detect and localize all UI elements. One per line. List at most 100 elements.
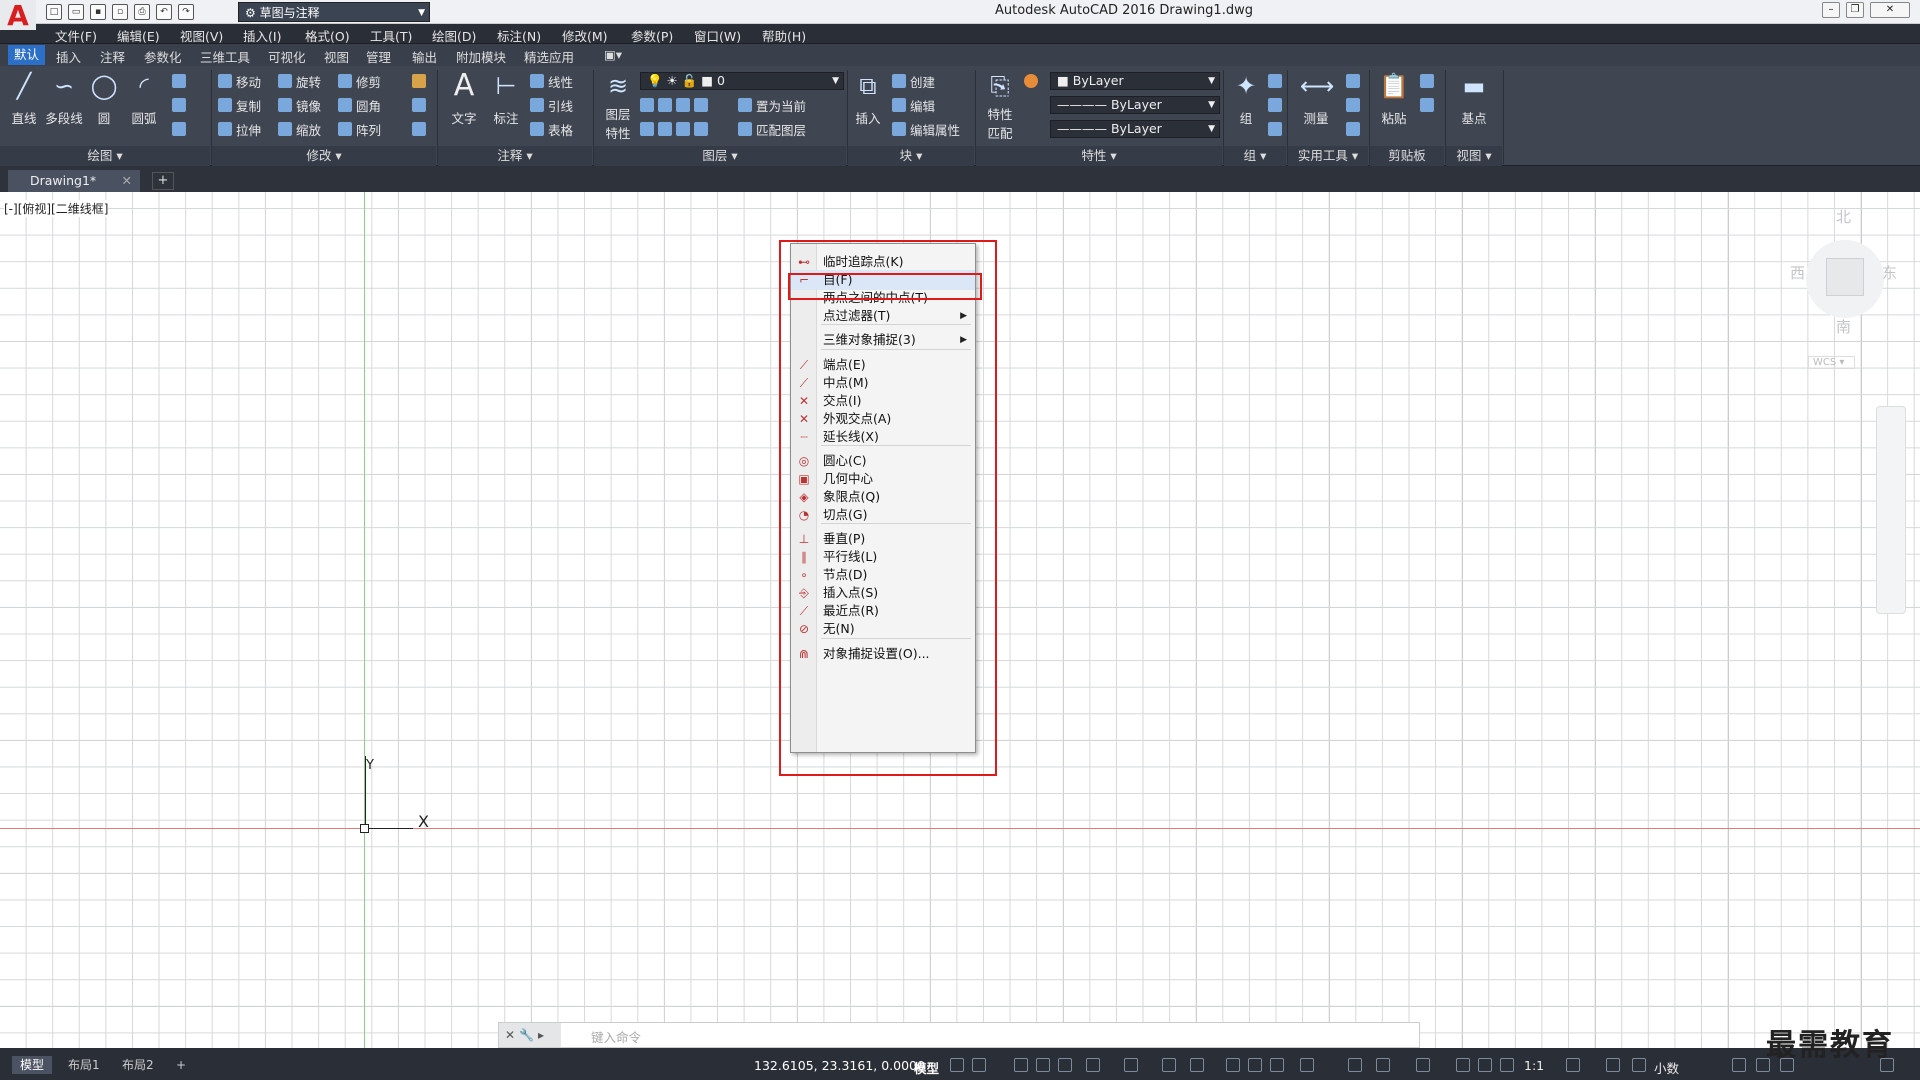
menu-item[interactable]: 工具(T) (370, 26, 412, 45)
context-menu-item[interactable]: ∘ 节点(D) (791, 565, 975, 585)
layer-properties-button[interactable]: ≋ 图层 特性 (598, 70, 638, 141)
group-button[interactable]: ✦ 组 (1226, 70, 1266, 140)
menu-item[interactable]: 修改(M) (562, 26, 608, 45)
dimension-button[interactable]: ⊢ 标注 (486, 70, 526, 140)
polar-icon[interactable] (1086, 1058, 1100, 1072)
save-icon[interactable]: ▪ (90, 4, 106, 20)
viewport-controls[interactable]: [-][俯视][二维线框] (4, 200, 109, 217)
open-file-icon[interactable]: ▭ (68, 4, 84, 20)
menu-item[interactable]: 视图(V) (180, 26, 223, 45)
redo-icon[interactable]: ↷ (178, 4, 194, 20)
view-panel-title[interactable]: 视图 ▾ (1446, 146, 1502, 166)
snap-icon[interactable] (972, 1058, 986, 1072)
menu-item[interactable]: 编辑(E) (117, 26, 160, 45)
cut-button[interactable] (1420, 72, 1434, 90)
copy-clip-button[interactable] (1420, 96, 1434, 114)
color-dropdown[interactable]: ■ ByLayer ▼ (1050, 72, 1220, 90)
ribbon-tab[interactable]: 可视化 (268, 47, 306, 66)
circle-button[interactable]: ◯ 圆 (84, 70, 124, 140)
ribbon-tab[interactable]: 输出 (412, 47, 437, 66)
modify-panel-title[interactable]: 修改 ▾ (212, 146, 436, 166)
text-button[interactable]: A 文字 (444, 70, 484, 140)
infer-icon[interactable] (1014, 1058, 1028, 1072)
prompt-icon[interactable]: ▸ (538, 1028, 548, 1042)
region-button[interactable] (172, 120, 186, 138)
3d-osnap-icon[interactable] (1300, 1058, 1314, 1072)
leader-button[interactable]: 引线 (530, 96, 573, 114)
mirror-button[interactable]: 镜像 (278, 96, 321, 114)
isodraft-icon[interactable] (1124, 1058, 1138, 1072)
ribbon-options-icon[interactable]: ▣▾ (604, 47, 622, 62)
object-tracking-icon[interactable] (1162, 1058, 1176, 1072)
menu-item[interactable]: 文件(F) (55, 26, 97, 45)
transparency-icon[interactable] (1248, 1058, 1262, 1072)
annotation-panel-title[interactable]: 注释 ▾ (438, 146, 592, 166)
wcs-menu[interactable]: WCS ▾ (1808, 356, 1856, 369)
menu-item[interactable]: 窗口(W) (694, 26, 741, 45)
minimize-button[interactable]: – (1822, 2, 1840, 18)
viewcube[interactable]: 北 南 西 东 WCS ▾ (1790, 206, 1900, 369)
menu-item[interactable]: 帮助(H) (762, 26, 806, 45)
edit-block-button[interactable]: 编辑 (892, 96, 935, 114)
base-view-button[interactable]: ▬ 基点 (1454, 70, 1494, 140)
quick-properties-icon[interactable] (1632, 1058, 1646, 1072)
explode-button[interactable] (412, 96, 426, 114)
viewcube-west[interactable]: 西 (1790, 262, 1805, 283)
rotate-button[interactable]: 旋转 (278, 72, 321, 90)
linear-button[interactable]: 线性 (530, 72, 573, 90)
model-space-toggle[interactable]: 模型 (914, 1058, 939, 1077)
close-icon[interactable]: ✕ (122, 170, 132, 192)
line-button[interactable]: ╱ 直线 (4, 70, 44, 140)
save-as-icon[interactable]: ▫ (112, 4, 128, 20)
copy-button[interactable]: 复制 (218, 96, 261, 114)
menu-item[interactable]: 格式(O) (305, 26, 350, 45)
annotation-scale[interactable]: 1:1 (1524, 1058, 1544, 1073)
stretch-button[interactable]: 拉伸 (218, 120, 261, 138)
viewcube-north[interactable]: 北 (1836, 206, 1851, 227)
context-menu-item[interactable]: ⊥ 垂直(P) (791, 529, 975, 549)
match-properties-button[interactable]: ⎘ 特性 匹配 (980, 70, 1020, 141)
context-menu-item[interactable]: ⟋ 中点(M) (791, 373, 975, 393)
annotation-visibility-icon[interactable] (1456, 1058, 1470, 1072)
viewcube-face-top[interactable] (1826, 258, 1864, 296)
command-line-tools[interactable]: ✕🔧▸ (499, 1023, 561, 1047)
workspace-switch-icon[interactable] (1566, 1058, 1580, 1072)
layout-tab-model[interactable]: 模型 (12, 1056, 53, 1074)
create-block-button[interactable]: 创建 (892, 72, 935, 90)
context-menu-item[interactable]: ✕ 交点(I) (791, 391, 975, 411)
edit-attributes-button[interactable]: 编辑属性 (892, 120, 960, 138)
lineweight-dropdown[interactable]: ———— ByLayer ▼ (1050, 120, 1220, 138)
close-button[interactable]: ✕ (1870, 2, 1910, 18)
ribbon-tab[interactable]: 附加模块 (456, 47, 506, 66)
draw-panel-title[interactable]: 绘图 ▾ (0, 146, 210, 166)
add-layout-button[interactable]: + (168, 1056, 194, 1074)
ribbon-tab[interactable]: 精选应用 (524, 47, 574, 66)
context-menu-item[interactable]: ◎ 圆心(C) (791, 451, 975, 471)
groups-panel-title[interactable]: 组 ▾ (1224, 146, 1286, 166)
id-point-button[interactable] (1346, 96, 1360, 114)
context-menu-item[interactable]: ⊘ 无(N) (791, 619, 975, 639)
layout-tab-1[interactable]: 布局1 (60, 1056, 108, 1074)
ribbon-tab[interactable]: 插入 (56, 47, 81, 66)
ungroup-button[interactable] (1268, 72, 1282, 90)
set-current-button[interactable]: 置为当前 (738, 96, 806, 114)
linetype-dropdown[interactable]: ———— ByLayer ▼ (1050, 96, 1220, 114)
new-file-icon[interactable]: □ (46, 4, 62, 20)
ortho-icon[interactable] (1058, 1058, 1072, 1072)
ribbon-tab[interactable]: 参数化 (144, 47, 182, 66)
layers-panel-title[interactable]: 图层 ▾ (594, 146, 846, 166)
context-menu-item[interactable]: ∥ 平行线(L) (791, 547, 975, 567)
new-tab-button[interactable]: + (152, 172, 174, 190)
print-icon[interactable]: ⎙ (134, 4, 150, 20)
quick-select-button[interactable] (1346, 72, 1360, 90)
command-input[interactable]: 键入命令 (591, 1027, 641, 1046)
undo-icon[interactable]: ↶ (156, 4, 172, 20)
menu-item[interactable]: 参数(P) (631, 26, 673, 45)
selection-cycling-icon[interactable] (1270, 1058, 1284, 1072)
auto-scale-icon[interactable] (1478, 1058, 1492, 1072)
ribbon-tab[interactable]: 视图 (324, 47, 349, 66)
context-menu-item[interactable]: ▣ 几何中心 (791, 469, 975, 489)
menu-item[interactable]: 绘图(D) (432, 26, 476, 45)
restore-button[interactable]: ❐ (1846, 2, 1864, 18)
ribbon-tab[interactable]: 三维工具 (200, 47, 250, 66)
